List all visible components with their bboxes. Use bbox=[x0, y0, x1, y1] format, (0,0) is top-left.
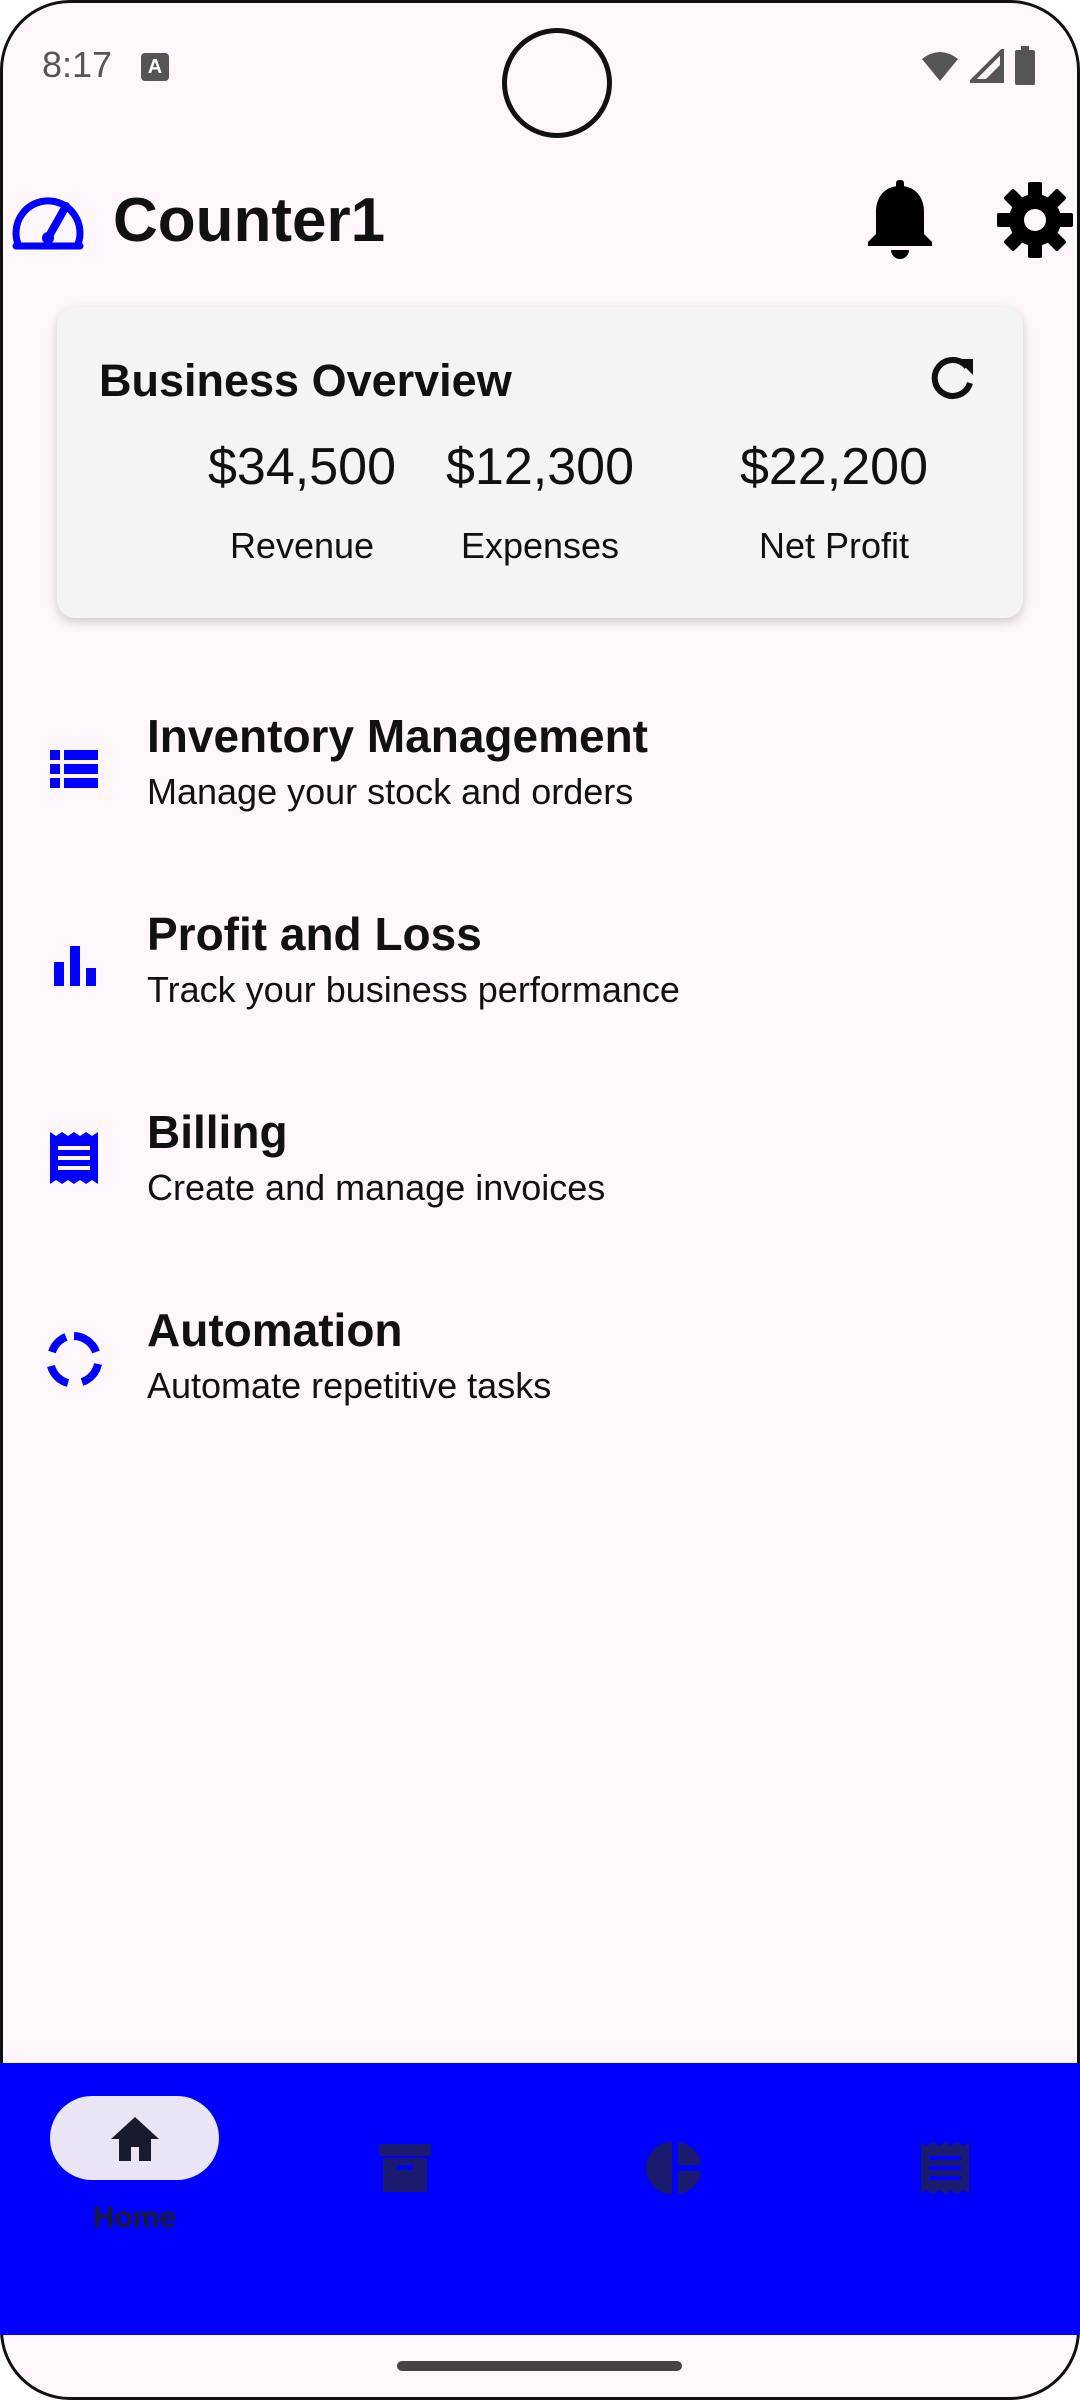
menu-subtitle: Track your business performance bbox=[147, 969, 680, 1010]
menu-title: Inventory Management bbox=[147, 710, 648, 762]
menu-title: Billing bbox=[147, 1106, 288, 1158]
settings-gear-icon[interactable] bbox=[995, 180, 1075, 260]
menu-subtitle: Create and manage invoices bbox=[147, 1167, 606, 1208]
status-time: 8:17 bbox=[42, 44, 113, 85]
menu-item-profit-loss[interactable]: Profit and Loss Track your business perf… bbox=[0, 906, 1080, 1046]
gesture-home-bar[interactable] bbox=[397, 2361, 682, 2371]
screen: 8:17 A Counter1 Business Overview $34,50… bbox=[0, 0, 1080, 2400]
business-overview-card: Business Overview $34,500 Revenue $12,30… bbox=[57, 307, 1023, 618]
menu-subtitle: Manage your stock and orders bbox=[147, 771, 634, 812]
card-title: Business Overview bbox=[99, 355, 512, 406]
stat-net-profit: $22,200 Net Profit bbox=[684, 437, 984, 567]
keyboard-a-icon: A bbox=[141, 53, 169, 81]
stat-expenses: $12,300 Expenses bbox=[390, 437, 690, 567]
stat-value: $12,300 bbox=[446, 438, 634, 496]
menu-subtitle: Automate repetitive tasks bbox=[147, 1365, 552, 1406]
menu-title: Profit and Loss bbox=[147, 908, 482, 960]
signal-icon bbox=[970, 49, 1004, 83]
archive-icon[interactable] bbox=[375, 2138, 435, 2198]
receipt-icon bbox=[50, 1132, 98, 1184]
stat-label: Net Profit bbox=[758, 525, 910, 566]
menu-item-automation[interactable]: Automation Automate repetitive tasks bbox=[0, 1302, 1080, 1442]
app-title: Counter1 bbox=[113, 186, 386, 255]
pie-chart-icon[interactable] bbox=[645, 2138, 705, 2198]
refresh-icon[interactable] bbox=[927, 353, 977, 403]
bottom-navigation: Home bbox=[0, 2063, 1080, 2335]
bar-chart-icon bbox=[54, 946, 96, 986]
notifications-bell-icon[interactable] bbox=[862, 180, 938, 260]
receipt-icon[interactable] bbox=[915, 2138, 975, 2198]
battery-icon bbox=[1015, 46, 1035, 85]
stat-value: $22,200 bbox=[740, 438, 928, 496]
stat-label: Expenses bbox=[460, 525, 620, 566]
nav-home-label: Home bbox=[92, 2201, 177, 2234]
list-icon bbox=[50, 750, 98, 788]
nav-home-button[interactable] bbox=[50, 2096, 219, 2180]
status-icons bbox=[920, 46, 1036, 86]
home-icon bbox=[111, 2117, 159, 2161]
menu-item-inventory[interactable]: Inventory Management Manage your stock a… bbox=[0, 708, 1080, 848]
speedometer-icon bbox=[12, 197, 84, 250]
wifi-icon bbox=[922, 52, 958, 81]
camera-cutout bbox=[502, 28, 612, 138]
loop-icon bbox=[47, 1332, 102, 1387]
menu-item-billing[interactable]: Billing Create and manage invoices bbox=[0, 1104, 1080, 1244]
menu-title: Automation bbox=[147, 1304, 403, 1356]
